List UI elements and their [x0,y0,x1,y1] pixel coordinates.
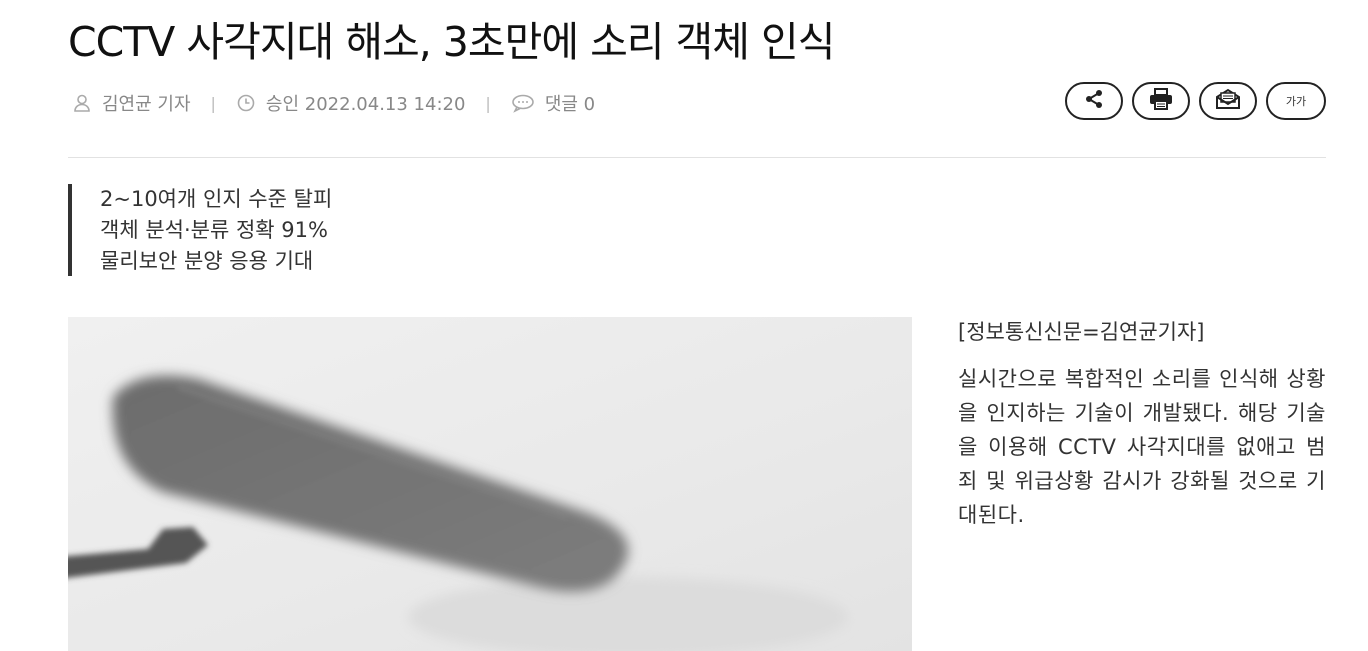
clock-icon [236,93,256,113]
author-name: 김연균 기자 [102,94,191,115]
summary-line: 2~10여개 인지 수준 탈피 [100,187,333,211]
meta-separator: | [210,93,216,113]
summary-line: 객체 분석·분류 정확 91% [100,218,328,242]
comment-icon [511,93,535,113]
meta-separator: | [485,93,491,113]
email-button[interactable] [1199,82,1257,120]
print-icon [1148,88,1174,114]
author-info: 김연균 기자 [72,90,191,116]
approval-date: 승인 2022.04.13 14:20 [265,94,466,115]
article-body: [정보통신신문=김연균기자] 실시간으로 복합적인 소리를 인식해 상황을 인지… [958,315,1326,532]
header-divider [68,157,1326,158]
comment-count: 댓글 0 [544,94,596,115]
article-byline: [정보통신신문=김연균기자] [958,320,1205,344]
summary-line: 물리보안 분양 응용 기대 [100,249,314,273]
cctv-camera-photo [68,317,912,651]
article-summary: 2~10여개 인지 수준 탈피 객체 분석·분류 정확 91% 물리보안 분양 … [68,184,332,276]
email-icon [1214,88,1242,114]
comment-info[interactable]: 댓글 0 [511,90,595,116]
article-title: CCTV 사각지대 해소, 3초만에 소리 객체 인식 [68,18,835,66]
print-button[interactable] [1132,82,1190,120]
share-icon [1083,88,1105,114]
font-size-label: 가가 [1285,95,1307,108]
approval-info: 승인 2022.04.13 14:20 [236,90,466,116]
font-size-button[interactable]: 가가 [1266,82,1326,120]
article-paragraph: 실시간으로 복합적인 소리를 인식해 상황을 인지하는 기술이 개발됐다. 해당… [958,367,1326,527]
share-button[interactable] [1065,82,1123,120]
article-tools: 가가 [1065,82,1326,120]
article-meta: 김연균 기자 | 승인 2022.04.13 14:20 | 댓글 0 [72,88,595,118]
person-icon [72,93,92,113]
